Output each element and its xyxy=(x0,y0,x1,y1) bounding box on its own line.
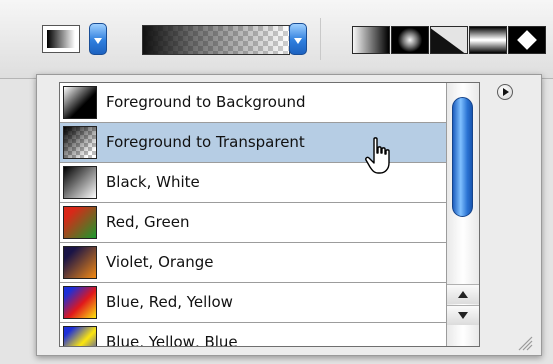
scroll-up-arrow-icon[interactable] xyxy=(447,284,479,304)
gradient-thumbnail xyxy=(63,86,97,119)
radial-gradient-icon[interactable] xyxy=(391,26,429,54)
gradient-thumbnail xyxy=(63,326,97,346)
options-toolbar xyxy=(0,0,553,79)
scrollbar-thumb[interactable] xyxy=(452,97,473,217)
gradient-picker-preview[interactable] xyxy=(142,25,290,55)
list-item-label: Foreground to Background xyxy=(106,93,306,111)
gradient-picker-panel: Foreground to Background Foreground to T… xyxy=(36,74,542,356)
angle-gradient-icon[interactable] xyxy=(430,26,468,54)
gradient-preview-fill xyxy=(47,30,75,48)
list-item[interactable]: Violet, Orange xyxy=(60,243,446,283)
list-item[interactable]: Blue, Red, Yellow xyxy=(60,283,446,323)
list-item[interactable]: Foreground to Background xyxy=(60,83,446,123)
gradient-thumbnail xyxy=(63,286,97,319)
list-item-label: Red, Green xyxy=(106,213,190,231)
scroll-down-arrow-icon[interactable] xyxy=(447,305,479,325)
list-item-label: Foreground to Transparent xyxy=(106,133,305,151)
gradient-thumbnail xyxy=(63,166,97,199)
list-item-label: Blue, Yellow, Blue xyxy=(106,333,238,347)
reflected-gradient-icon[interactable] xyxy=(469,26,507,54)
list-item-label: Black, White xyxy=(106,173,200,191)
gradient-thumbnail xyxy=(63,206,97,239)
toolbar-divider xyxy=(320,18,321,60)
diamond-gradient-icon[interactable] xyxy=(508,26,546,54)
vertical-scrollbar[interactable] xyxy=(446,83,479,346)
list-item-label: Violet, Orange xyxy=(106,253,214,271)
list-item-label: Blue, Red, Yellow xyxy=(106,293,233,311)
list-item[interactable]: Red, Green xyxy=(60,203,446,243)
gradient-preview-swatch[interactable] xyxy=(42,25,80,53)
gradient-type-buttons xyxy=(352,26,547,54)
gradient-preset-list: Foreground to Background Foreground to T… xyxy=(59,82,480,347)
linear-gradient-icon[interactable] xyxy=(352,26,390,54)
gradient-thumbnail xyxy=(63,246,97,279)
list-item[interactable]: Blue, Yellow, Blue xyxy=(60,323,446,347)
gradient-swatch-dropdown-button[interactable] xyxy=(89,23,107,55)
gradient-thumbnail xyxy=(63,126,97,159)
gradient-picker-dropdown-button[interactable] xyxy=(289,23,307,55)
panel-menu-arrow-icon[interactable] xyxy=(497,84,513,100)
hand-pointer-cursor-icon xyxy=(365,137,390,174)
resize-grip-icon[interactable] xyxy=(515,333,533,351)
